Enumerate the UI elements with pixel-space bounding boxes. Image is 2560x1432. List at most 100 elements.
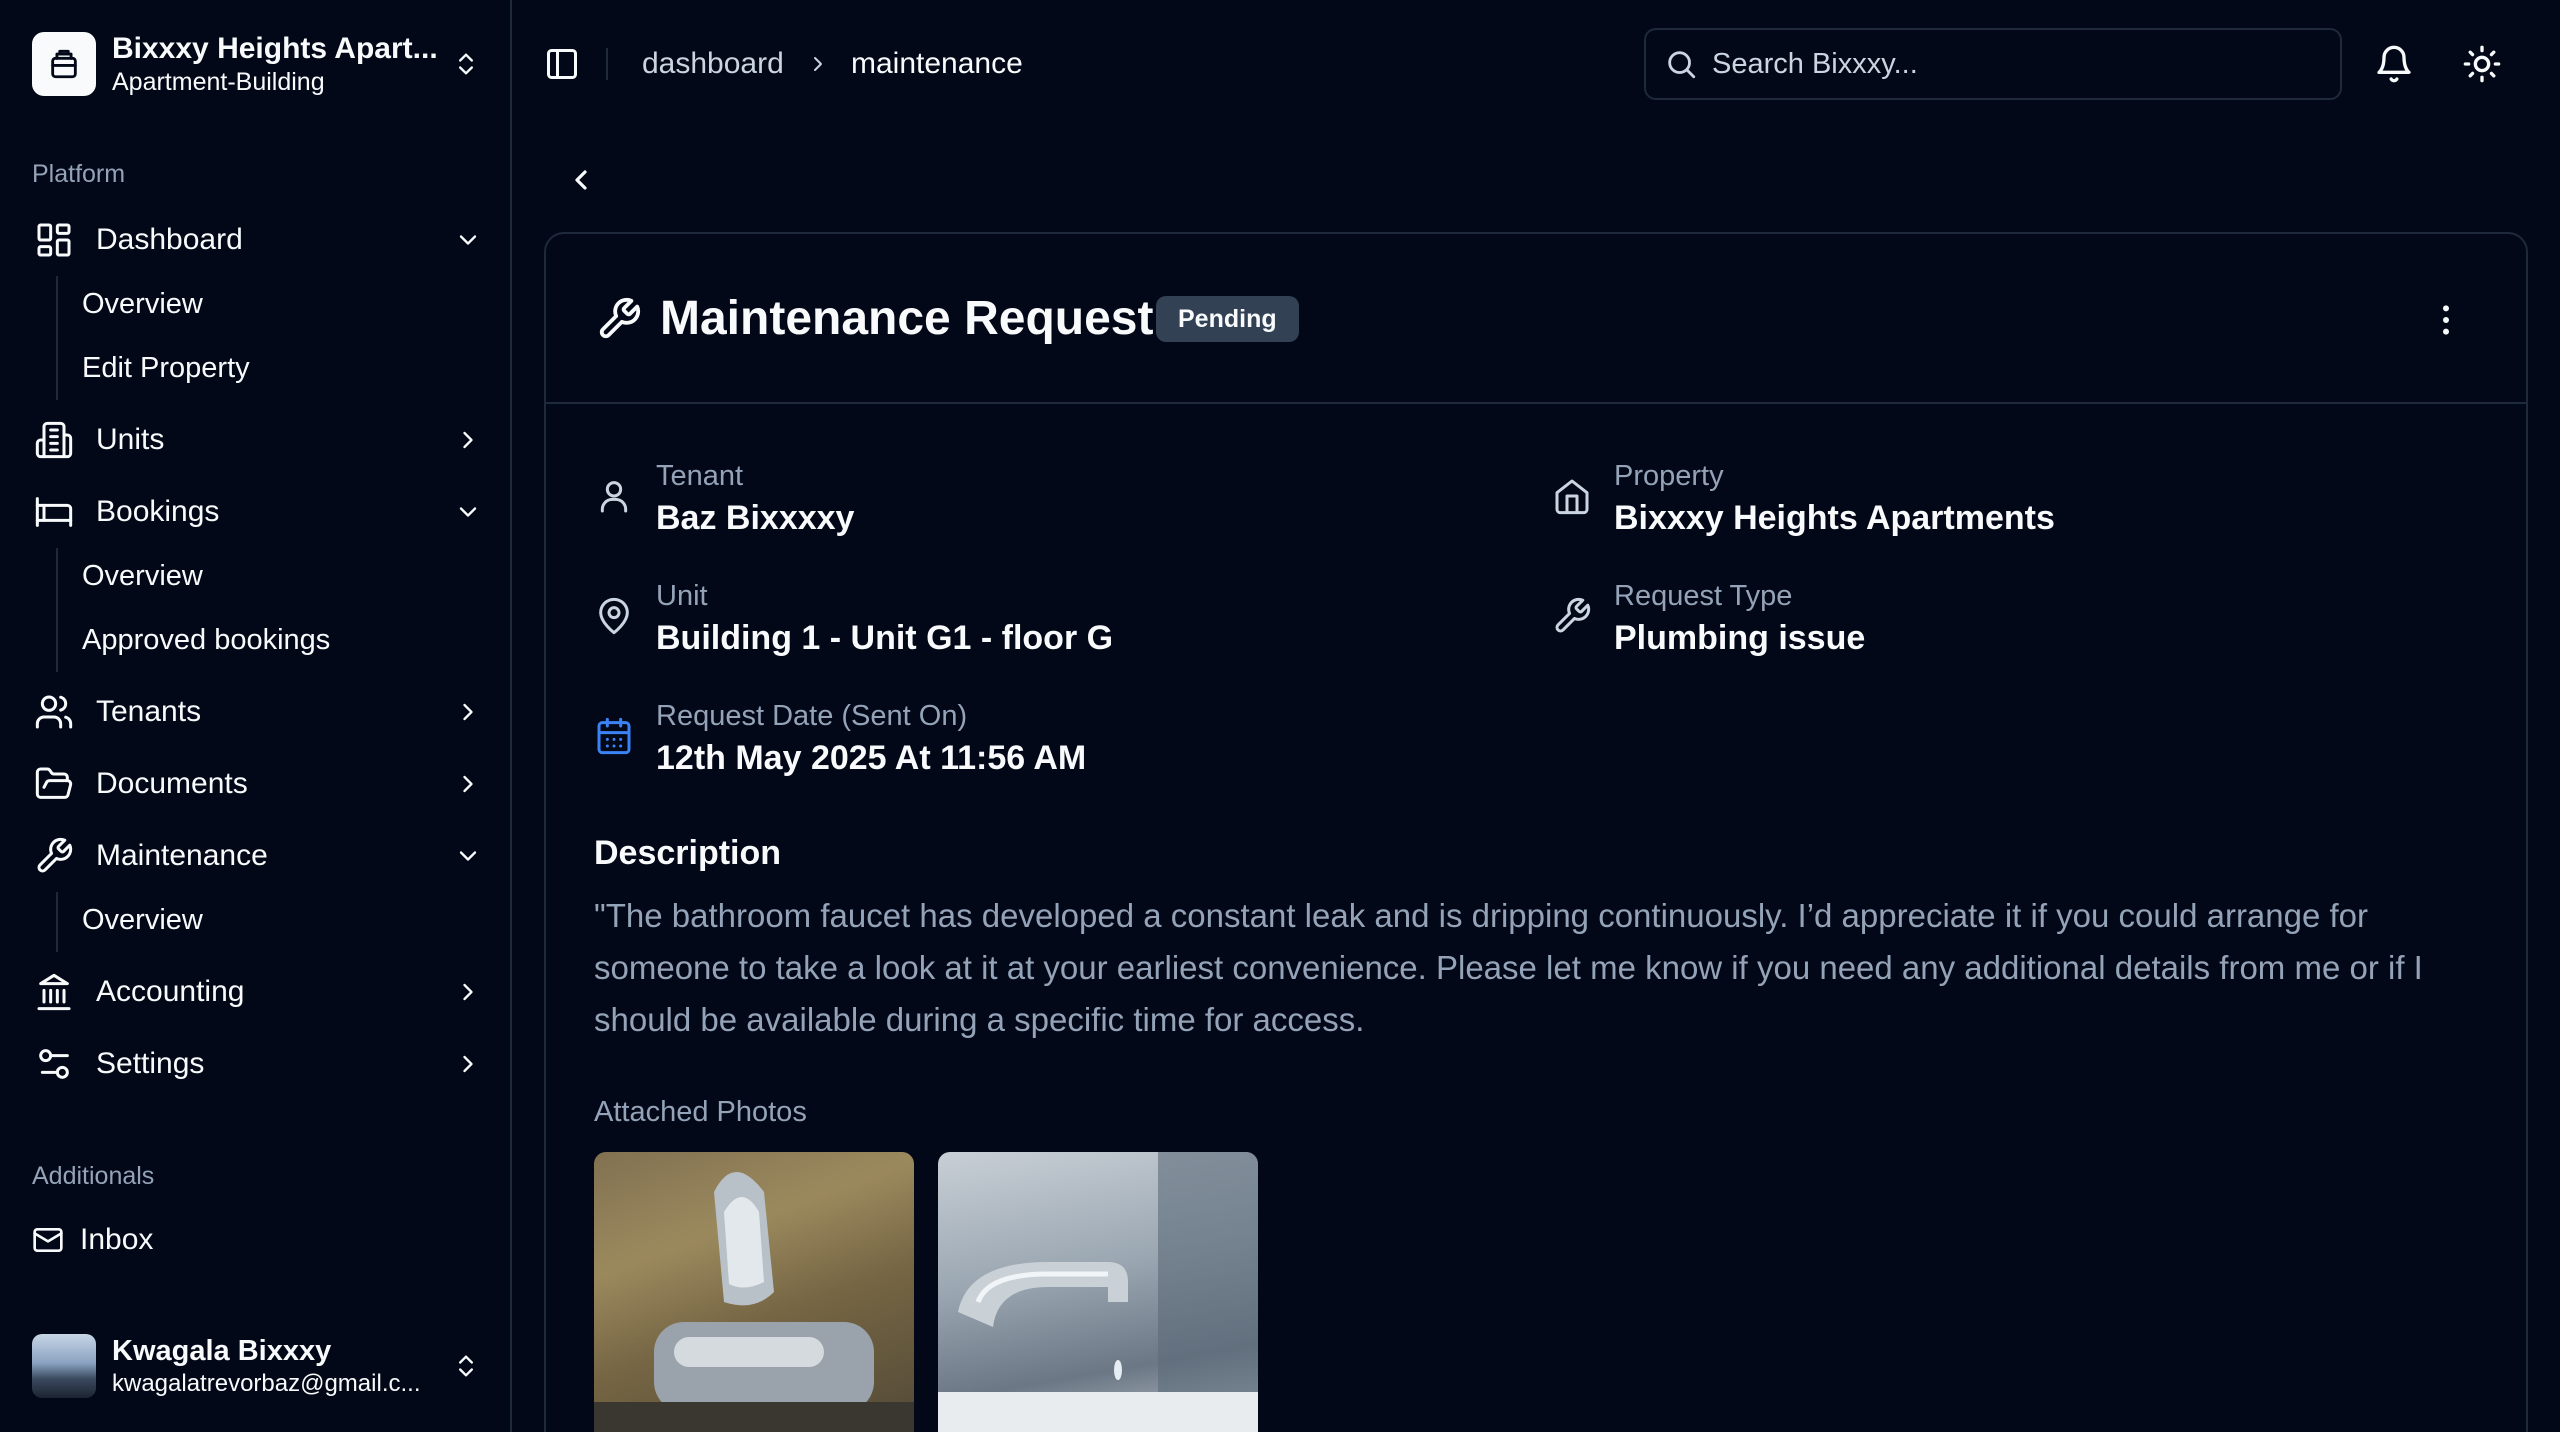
sidebar-item-label: Tenants	[96, 695, 202, 728]
landmark-icon	[32, 970, 76, 1014]
sidebar-item-label: Accounting	[96, 975, 245, 1008]
chevron-right-icon	[463, 431, 473, 449]
description-heading: Description	[594, 834, 782, 872]
sidebar-subitem-dashboard-overview[interactable]: Overview	[82, 284, 203, 324]
field-tenant: Tenant Baz Bixxxxy	[594, 456, 854, 540]
wrench-icon	[1555, 597, 1591, 633]
chevron-right-icon	[463, 703, 473, 721]
property-value: Bixxxy Heights Apartments	[1614, 499, 2055, 537]
search-box[interactable]	[1644, 28, 2342, 100]
sidebar-item-label: Settings	[96, 1047, 205, 1080]
request-date-value: 12th May 2025 At 11:56 AM	[656, 739, 1087, 777]
bell-icon[interactable]	[2374, 44, 2414, 84]
header-divider	[606, 48, 608, 80]
sidebar: Bixxxy Heights Apart... Apartment-Buildi…	[0, 0, 512, 1432]
sidebar-item-label: Maintenance	[96, 839, 268, 872]
search-icon	[1668, 51, 1696, 79]
group-label-platform: Platform	[32, 160, 126, 188]
back-chevron-icon[interactable]	[565, 164, 597, 196]
submenu-line	[56, 548, 58, 672]
user-name: Kwagala Bixxxy	[112, 1335, 332, 1367]
chevron-down-icon	[459, 851, 477, 861]
building-logo-icon	[32, 32, 96, 96]
users-icon	[32, 690, 76, 734]
field-request-type: Request Type Plumbing issue	[1552, 576, 1865, 660]
status-badge: Pending	[1156, 296, 1299, 342]
sidebar-subitem-bookings-overview[interactable]: Overview	[82, 556, 203, 596]
submenu-line	[56, 892, 58, 952]
attached-photos-label: Attached Photos	[594, 1096, 807, 1128]
sidebar-item-bookings[interactable]: Bookings	[32, 484, 482, 540]
sidebar-item-tenants[interactable]: Tenants	[32, 684, 482, 740]
chevron-right-icon	[463, 775, 473, 793]
sidebar-item-accounting[interactable]: Accounting	[32, 964, 482, 1020]
chevron-right-icon	[463, 1055, 473, 1073]
sidebar-item-documents[interactable]: Documents	[32, 756, 482, 812]
page-title: Maintenance Request	[660, 292, 1154, 345]
description-text: "The bathroom faucet has developed a con…	[594, 897, 2423, 1038]
attached-photo-faucet-closeup[interactable]	[594, 1152, 914, 1432]
home-icon	[1555, 479, 1589, 515]
building-icon	[32, 418, 76, 462]
field-label: Tenant	[656, 460, 744, 492]
settings-sliders-icon	[32, 1042, 76, 1086]
user-menu[interactable]: Kwagala Bixxxy kwagalatrevorbaz@gmail.c.…	[32, 1330, 480, 1402]
field-unit: Unit Building 1 - Unit G1 - floor G	[594, 576, 1113, 660]
org-type: Apartment-Building	[112, 68, 325, 96]
sidebar-item-label: Units	[96, 423, 165, 456]
sidebar-item-label: Bookings	[96, 495, 220, 528]
sidebar-item-units[interactable]: Units	[32, 412, 482, 468]
wrench-icon	[599, 297, 641, 339]
submenu-line	[56, 276, 58, 400]
calendar-icon	[597, 717, 631, 755]
maintenance-request-card: Maintenance Request Pending Tenant Baz B…	[544, 232, 2528, 1432]
request-type-value: Plumbing issue	[1614, 619, 1866, 657]
more-vertical-icon[interactable]	[2426, 300, 2466, 340]
field-label: Request Type	[1614, 580, 1793, 612]
org-switcher[interactable]: Bixxxy Heights Apart... Apartment-Buildi…	[32, 30, 480, 98]
user-icon	[600, 481, 628, 513]
field-label: Request Date (Sent On)	[656, 700, 968, 732]
layout-dashboard-icon	[32, 218, 76, 262]
mail-icon	[32, 1218, 64, 1262]
card-header: Maintenance Request Pending	[546, 234, 2526, 404]
sidebar-item-settings[interactable]: Settings	[32, 1036, 482, 1092]
sidebar-subitem-maintenance-overview[interactable]: Overview	[82, 900, 203, 940]
attached-photo-dripping-tap[interactable]	[938, 1152, 1258, 1432]
breadcrumb-dashboard[interactable]: dashboard	[642, 44, 784, 84]
field-label: Unit	[656, 580, 708, 612]
tap-photo-graphic	[938, 1152, 1258, 1432]
panel-left-toggle-icon[interactable]	[544, 46, 580, 82]
org-name: Bixxxy Heights Apart...	[112, 32, 438, 65]
faucet-photo-graphic	[594, 1152, 914, 1432]
chevrons-up-down-icon	[459, 1355, 473, 1377]
field-request-date: Request Date (Sent On) 12th May 2025 At …	[594, 696, 1086, 780]
breadcrumb-maintenance: maintenance	[851, 47, 1023, 80]
wrench-icon	[32, 834, 76, 878]
sidebar-item-inbox[interactable]: Inbox	[32, 1212, 482, 1268]
sidebar-item-maintenance[interactable]: Maintenance	[32, 828, 482, 884]
folder-open-icon	[32, 762, 76, 806]
sidebar-item-label: Documents	[96, 767, 248, 800]
group-label-additionals: Additionals	[32, 1162, 155, 1190]
bed-icon	[32, 490, 76, 534]
chevron-down-icon	[459, 507, 477, 517]
sidebar-item-label: Dashboard	[96, 223, 243, 256]
sidebar-subitem-edit-property[interactable]: Edit Property	[82, 348, 250, 388]
map-pin-icon	[599, 597, 629, 635]
field-property: Property Bixxxy Heights Apartments	[1552, 456, 2055, 540]
chevrons-up-down-icon	[459, 53, 473, 75]
user-email: kwagalatrevorbaz@gmail.c...	[112, 1370, 421, 1397]
chevron-right-icon	[463, 983, 473, 1001]
avatar	[32, 1334, 96, 1398]
sidebar-subitem-approved-bookings[interactable]: Approved bookings	[82, 620, 330, 660]
chevron-down-icon	[459, 235, 477, 245]
field-label: Property	[1614, 460, 1724, 492]
sidebar-item-label: Inbox	[80, 1223, 154, 1256]
unit-value: Building 1 - Unit G1 - floor G	[656, 619, 1114, 657]
search-input[interactable]	[1712, 47, 2312, 81]
chevron-right-icon	[814, 57, 822, 71]
sun-icon[interactable]	[2462, 44, 2502, 84]
top-header: dashboard maintenance	[514, 0, 2560, 130]
sidebar-item-dashboard[interactable]: Dashboard	[32, 212, 482, 268]
